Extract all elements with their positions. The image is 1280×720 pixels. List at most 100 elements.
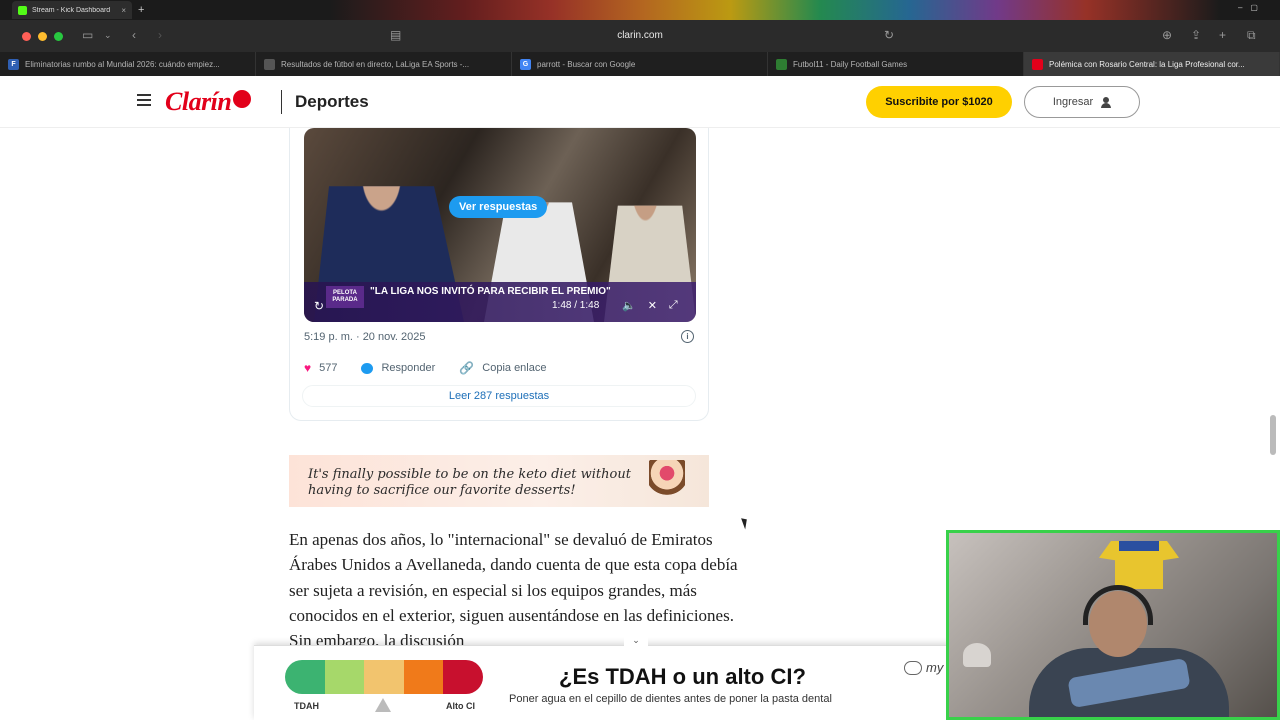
- video-time: 1:48 / 1:48: [552, 300, 600, 311]
- login-label: Ingresar: [1052, 96, 1094, 108]
- browser-tab-label: parrott - Buscar con Google: [537, 59, 636, 69]
- dessert-image: [649, 460, 685, 504]
- video-lower-third: PELOTA PARADA "LA LIGA NOS INVITÓ PARA R…: [304, 282, 696, 322]
- embedded-tweet: Ver respuestas PELOTA PARADA "LA LIGA NO…: [289, 128, 709, 421]
- link-icon: 🔗: [459, 361, 475, 375]
- view-replies-button[interactable]: Ver respuestas: [449, 196, 548, 218]
- ad-subtitle: Poner agua en el cepillo de dientes ante…: [509, 693, 832, 705]
- favicon-icon: G: [520, 58, 531, 70]
- close-icon[interactable]: ✕: [648, 299, 657, 312]
- fullscreen-icon[interactable]: ⤢: [669, 299, 678, 312]
- wall-jersey: [1099, 541, 1179, 589]
- browser-toolbar: ▭ ⌄ ‹ › ▤ clarin.com ↻ ⊕ ⇪ + ⧉: [0, 20, 1280, 52]
- ad-brand-text: my: [926, 660, 944, 675]
- page-menu-icon[interactable]: ▤: [390, 28, 401, 42]
- keto-ad-banner[interactable]: It's finally possible to be on the keto …: [289, 455, 709, 507]
- browser-tab[interactable]: Gparrott - Buscar con Google: [512, 52, 768, 76]
- os-tab-kick-dashboard[interactable]: Stream - Kick Dashboard ×: [12, 1, 132, 19]
- favicon-icon: [1032, 58, 1043, 70]
- meter-segment: [403, 660, 444, 694]
- lower-third-logo: PELOTA PARADA: [326, 286, 364, 308]
- ad-question: ¿Es TDAH o un alto CI?: [559, 664, 806, 689]
- lamp: [963, 643, 991, 667]
- browser-tab-label: Resultados de fútbol en directo, LaLiga …: [281, 59, 470, 69]
- tab-strip: F Eliminatorias rumbo al Mundial 2026: cu…: [0, 52, 1280, 76]
- reply-label: Responder: [381, 362, 436, 374]
- site-header: Clarín Deportes Suscribite por $1020 Ing…: [0, 76, 1280, 128]
- meter-segment: [324, 660, 365, 694]
- menu-icon[interactable]: [137, 94, 151, 109]
- collapse-ad-chevron-icon[interactable]: ⌄: [624, 634, 648, 646]
- meter-segment: [285, 660, 325, 694]
- browser-tab[interactable]: Resultados de fútbol en directo, LaLiga …: [256, 52, 512, 76]
- meter-pointer-icon: [375, 698, 391, 712]
- window-controls[interactable]: –▢: [1238, 3, 1266, 12]
- video-controls: 🔈 ✕ ⤢: [622, 299, 678, 312]
- reload-icon[interactable]: ↻: [884, 28, 894, 42]
- favicon-icon: [776, 58, 787, 70]
- desktop-wallpaper-strip: [330, 0, 1220, 20]
- tweet-actions: ♥ 577 Responder 🔗 Copia enlace: [304, 361, 570, 375]
- sidebar-icon[interactable]: ▭: [82, 28, 93, 42]
- address-bar[interactable]: clarin.com: [560, 30, 720, 41]
- copy-link-label: Copia enlace: [482, 362, 547, 374]
- browser-tab-label: Polémica con Rosario Central: la Liga Pr…: [1049, 59, 1245, 69]
- page-scrollbar[interactable]: [1270, 415, 1276, 455]
- replay-icon[interactable]: ↻: [314, 299, 324, 313]
- subscribe-button[interactable]: Suscribite por $1020: [866, 86, 1012, 118]
- logo-text: Clarín: [165, 87, 232, 116]
- chevron-down-icon[interactable]: ⌄: [104, 30, 112, 41]
- browser-tab[interactable]: F Eliminatorias rumbo al Mundial 2026: cu…: [0, 52, 256, 76]
- os-tab-label: Stream - Kick Dashboard: [32, 6, 111, 14]
- forward-icon[interactable]: ›: [158, 28, 162, 42]
- tab-overview-icon[interactable]: ⧉: [1247, 28, 1256, 43]
- favicon-icon: F: [8, 58, 19, 70]
- meter-segment: [364, 660, 404, 694]
- bottom-sticky-ad[interactable]: ⌄ TDAH Alto CI ¿Es TDAH o un alto CI? Po…: [254, 634, 950, 720]
- meter-right-label: Alto CI: [446, 701, 475, 711]
- meter-left-label: TDAH: [294, 701, 319, 711]
- kick-icon: [18, 5, 27, 15]
- new-tab-button-icon[interactable]: +: [1219, 28, 1226, 42]
- browser-tab-label: Futbol11 - Daily Football Games: [793, 59, 908, 69]
- ad-brand: my: [904, 660, 943, 675]
- heart-icon: ♥: [304, 361, 312, 375]
- new-tab-icon[interactable]: +: [138, 4, 144, 16]
- lower-third-text: "LA LIGA NOS INVITÓ PARA RECIBIR EL PREM…: [370, 286, 611, 297]
- close-window-button[interactable]: [22, 31, 31, 41]
- close-icon[interactable]: ×: [121, 6, 126, 15]
- read-replies-button[interactable]: Leer 287 respuestas: [302, 385, 696, 407]
- tweet-date[interactable]: 5:19 p. m. · 20 nov. 2025: [304, 331, 425, 343]
- like-action[interactable]: ♥ 577: [304, 361, 337, 375]
- logo-mark-icon: [233, 90, 252, 108]
- downloads-icon[interactable]: ⊕: [1162, 28, 1172, 42]
- browser-tab[interactable]: Futbol11 - Daily Football Games: [768, 52, 1024, 76]
- minimize-window-button[interactable]: [38, 31, 47, 41]
- reply-action[interactable]: Responder: [361, 362, 435, 374]
- volume-icon[interactable]: 🔈: [622, 299, 636, 312]
- browser-tab-label: Eliminatorias rumbo al Mundial 2026: cuá…: [25, 59, 220, 69]
- favicon-icon: [264, 58, 275, 70]
- traffic-lights: [22, 31, 63, 41]
- clarin-logo[interactable]: Clarín: [165, 87, 252, 117]
- back-icon[interactable]: ‹: [132, 28, 136, 42]
- browser-tab[interactable]: Polémica con Rosario Central: la Liga Pr…: [1024, 52, 1280, 76]
- ad-banner-text: It's finally possible to be on the keto …: [308, 467, 631, 498]
- user-icon: [1101, 96, 1112, 108]
- login-button[interactable]: Ingresar: [1024, 86, 1140, 118]
- header-divider: [281, 90, 282, 114]
- os-title-bar: Stream - Kick Dashboard × + –▢: [0, 0, 1280, 20]
- share-icon[interactable]: ⇪: [1191, 28, 1201, 42]
- section-title[interactable]: Deportes: [295, 92, 369, 112]
- webcam-overlay: [946, 530, 1280, 720]
- copy-link-action[interactable]: 🔗 Copia enlace: [459, 361, 546, 375]
- tweet-video[interactable]: Ver respuestas PELOTA PARADA "LA LIGA NO…: [304, 128, 696, 322]
- article-paragraph: En apenas dos años, lo "internacional" s…: [289, 530, 738, 651]
- like-count: 577: [319, 362, 338, 374]
- headset: [1083, 585, 1153, 625]
- reply-bubble-icon: [361, 362, 374, 374]
- brain-icon: [904, 660, 922, 675]
- meter-segment: [443, 660, 483, 694]
- zoom-window-button[interactable]: [54, 31, 63, 41]
- info-icon[interactable]: i: [681, 330, 694, 343]
